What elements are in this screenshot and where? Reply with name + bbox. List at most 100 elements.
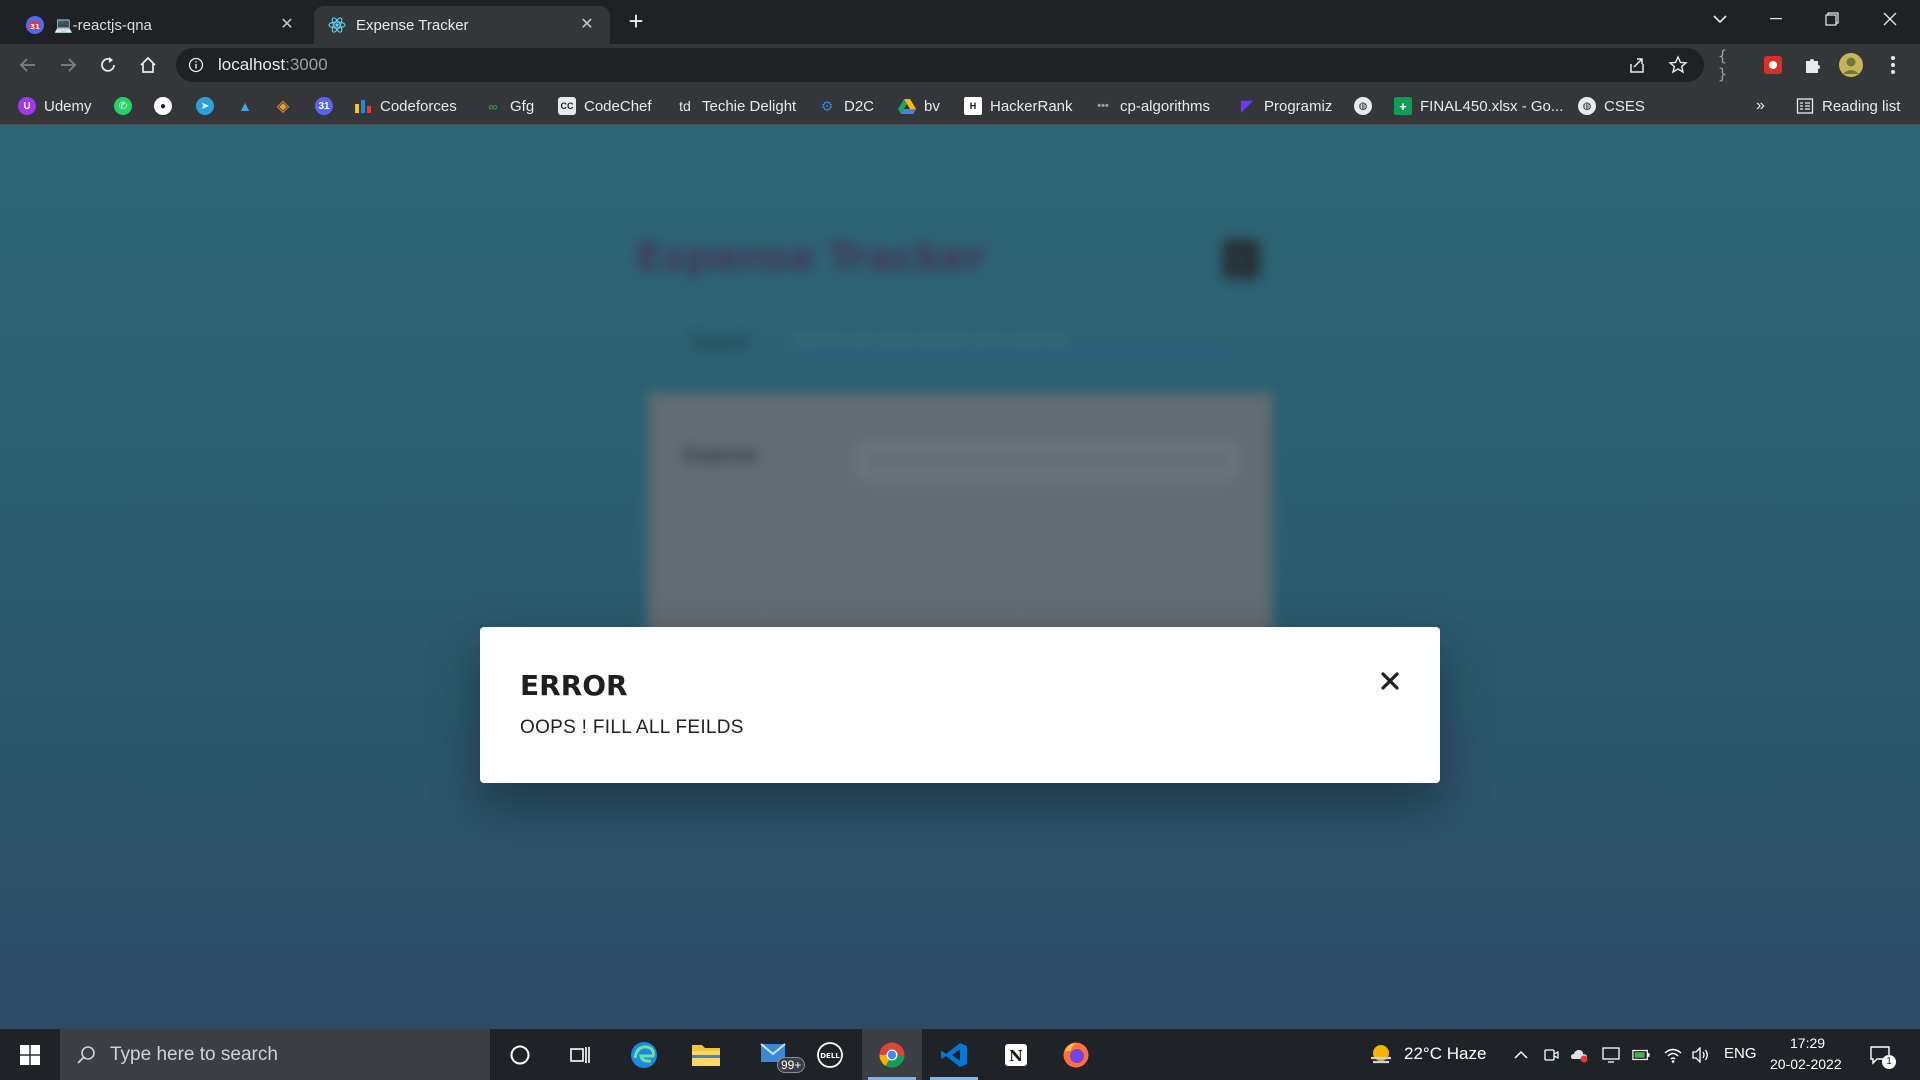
tab-expense-tracker[interactable]: Expense Tracker ✕ xyxy=(314,6,610,44)
restore-button[interactable] xyxy=(1804,0,1860,38)
info-icon[interactable] xyxy=(188,57,204,73)
bookmark-label: D2C xyxy=(844,97,875,115)
bookmark-telegram[interactable]: ➤ xyxy=(196,95,214,117)
bookmark-globe[interactable]: ◍ xyxy=(1354,95,1372,117)
bookmark-label: HackerRank xyxy=(990,97,1073,115)
taskbar-vscode[interactable] xyxy=(924,1029,984,1080)
forward-button[interactable] xyxy=(54,51,82,79)
programiz-icon: ◤ xyxy=(1240,98,1254,115)
taskbar-mail[interactable]: 99+ xyxy=(746,1029,806,1080)
bookmark-techie-delight[interactable]: td Techie Delight xyxy=(676,95,796,117)
address-bar[interactable]: localhost:3000 xyxy=(176,48,1704,82)
d2c-icon: ⚙ xyxy=(820,97,834,114)
star-icon[interactable] xyxy=(1668,55,1688,75)
url-port: :3000 xyxy=(285,55,328,74)
tab-search-chevron-icon[interactable] xyxy=(1692,0,1748,38)
home-button[interactable] xyxy=(134,51,162,79)
clock-date[interactable]: 20-02-2022 xyxy=(1770,1056,1842,1072)
display-icon[interactable] xyxy=(1602,1046,1620,1064)
chevron-up-icon[interactable] xyxy=(1512,1046,1530,1064)
tab-reactjs-qna[interactable]: 31 💻-reactjs-qna ✕ xyxy=(12,6,310,44)
edge-icon xyxy=(631,1041,657,1068)
taskbar-edge[interactable] xyxy=(614,1029,674,1080)
braces-extension-icon[interactable]: { } xyxy=(1718,47,1744,83)
close-icon[interactable]: ✕ xyxy=(278,16,296,34)
diamond-icon: ◈ xyxy=(276,98,290,115)
bookmarks-bar: U Udemy ✆ ● ➤ ▲ ◈ 31 Codeforces ∞ Gfg CC Co… xyxy=(0,86,1920,125)
close-window-button[interactable] xyxy=(1862,0,1918,38)
bookmark-label: CodeChef xyxy=(584,97,652,115)
taskbar-firefox[interactable] xyxy=(1046,1029,1106,1080)
calendar-icon: 31 xyxy=(315,97,333,115)
new-tab-button[interactable]: + xyxy=(622,8,650,36)
bookmark-cp-algorithms[interactable]: ••• cp-algorithms xyxy=(1094,95,1210,117)
bookmark-codechef[interactable]: CC CodeChef xyxy=(558,95,652,117)
weather-text[interactable]: 22°C Haze xyxy=(1404,1044,1486,1064)
bookmark-github[interactable]: ● xyxy=(154,95,172,117)
meet-now-icon[interactable] xyxy=(1542,1046,1560,1064)
bookmark-calendar[interactable]: 31 xyxy=(315,95,333,117)
cp-icon: ••• xyxy=(1097,100,1109,112)
chrome-icon xyxy=(879,1042,905,1068)
bookmark-hackerrank[interactable]: H HackerRank xyxy=(964,95,1073,117)
sheets-icon: + xyxy=(1394,97,1412,115)
weather-haze-icon[interactable] xyxy=(1368,1042,1394,1068)
taskbar-search-input[interactable]: Type here to search xyxy=(60,1029,490,1080)
error-modal: ERROR OOPS ! FILL ALL FEILDS xyxy=(480,627,1440,783)
notifications-button[interactable]: 1 xyxy=(1868,1043,1896,1069)
firefox-icon xyxy=(1063,1042,1089,1067)
bookmark-label: cp-algorithms xyxy=(1120,97,1211,115)
bookmark-cses[interactable]: ◍ CSES xyxy=(1578,95,1645,117)
telegram-icon: ➤ xyxy=(196,97,214,115)
codeforces-icon xyxy=(354,97,372,115)
start-button[interactable] xyxy=(0,1029,60,1080)
theme-toggle-button[interactable]: ☾ xyxy=(1222,239,1260,279)
url-text: localhost:3000 xyxy=(218,55,328,75)
bookmark-codeforces[interactable]: Codeforces xyxy=(354,95,457,117)
close-icon[interactable]: ✕ xyxy=(578,16,596,34)
puzzle-icon[interactable] xyxy=(1800,52,1826,78)
reload-button[interactable] xyxy=(94,51,122,79)
bookmark-udemy[interactable]: U Udemy xyxy=(18,95,92,117)
github-icon: ● xyxy=(154,97,172,115)
clock-time[interactable]: 17:29 xyxy=(1790,1035,1825,1051)
bookmark-diamond[interactable]: ◈ xyxy=(274,95,292,117)
bookmark-label: Techie Delight xyxy=(702,97,797,115)
onedrive-error-icon[interactable] xyxy=(1570,1046,1588,1064)
bookmark-programiz[interactable]: ◤ Programiz xyxy=(1238,95,1333,117)
bookmark-label: Programiz xyxy=(1264,97,1333,115)
extension-red-icon[interactable] xyxy=(1760,52,1786,78)
search-input[interactable]: Enter the user whose expense you're sear… xyxy=(792,325,1228,355)
back-button[interactable] xyxy=(14,51,42,79)
tab-title: Expense Tracker xyxy=(356,16,469,34)
modal-close-button[interactable] xyxy=(1374,665,1406,697)
cortana-button[interactable] xyxy=(490,1029,550,1080)
bookmark-mountain[interactable]: ▲ xyxy=(236,95,254,117)
url-host: localhost xyxy=(218,55,286,74)
bookmark-gfg[interactable]: ∞ Gfg xyxy=(484,95,534,117)
task-view-button[interactable] xyxy=(550,1029,610,1080)
taskbar-chrome[interactable] xyxy=(862,1029,922,1080)
globe-icon: ◍ xyxy=(1354,97,1372,115)
bookmark-d2c[interactable]: ⚙ D2C xyxy=(818,95,874,117)
reading-list-button[interactable]: Reading list xyxy=(1796,95,1900,117)
bookmark-whatsapp[interactable]: ✆ xyxy=(114,95,132,117)
avatar[interactable] xyxy=(1838,52,1864,78)
bookmark-final450[interactable]: + FINAL450.xlsx - Go... xyxy=(1394,95,1563,117)
minimize-button[interactable] xyxy=(1748,0,1804,38)
kebab-menu-icon[interactable] xyxy=(1880,52,1906,78)
taskbar-file-explorer[interactable] xyxy=(676,1029,736,1080)
bookmark-label: FINAL450.xlsx - Go... xyxy=(1420,97,1564,115)
taskbar-notion[interactable]: N xyxy=(986,1029,1046,1080)
share-icon[interactable] xyxy=(1628,56,1646,74)
page-content: Expense Tracker ☾ Search Enter the user … xyxy=(0,125,1920,1029)
battery-icon[interactable] xyxy=(1632,1046,1650,1064)
wifi-icon[interactable] xyxy=(1664,1046,1682,1064)
bookmarks-overflow-button[interactable]: » xyxy=(1756,95,1765,117)
home-icon xyxy=(140,56,156,73)
bookmark-bv[interactable]: bv xyxy=(898,95,940,117)
expense-input[interactable] xyxy=(860,445,1234,477)
language-indicator[interactable]: ENG xyxy=(1724,1045,1757,1062)
speaker-icon[interactable] xyxy=(1692,1046,1710,1064)
taskbar-dell[interactable]: DELL xyxy=(800,1029,860,1080)
